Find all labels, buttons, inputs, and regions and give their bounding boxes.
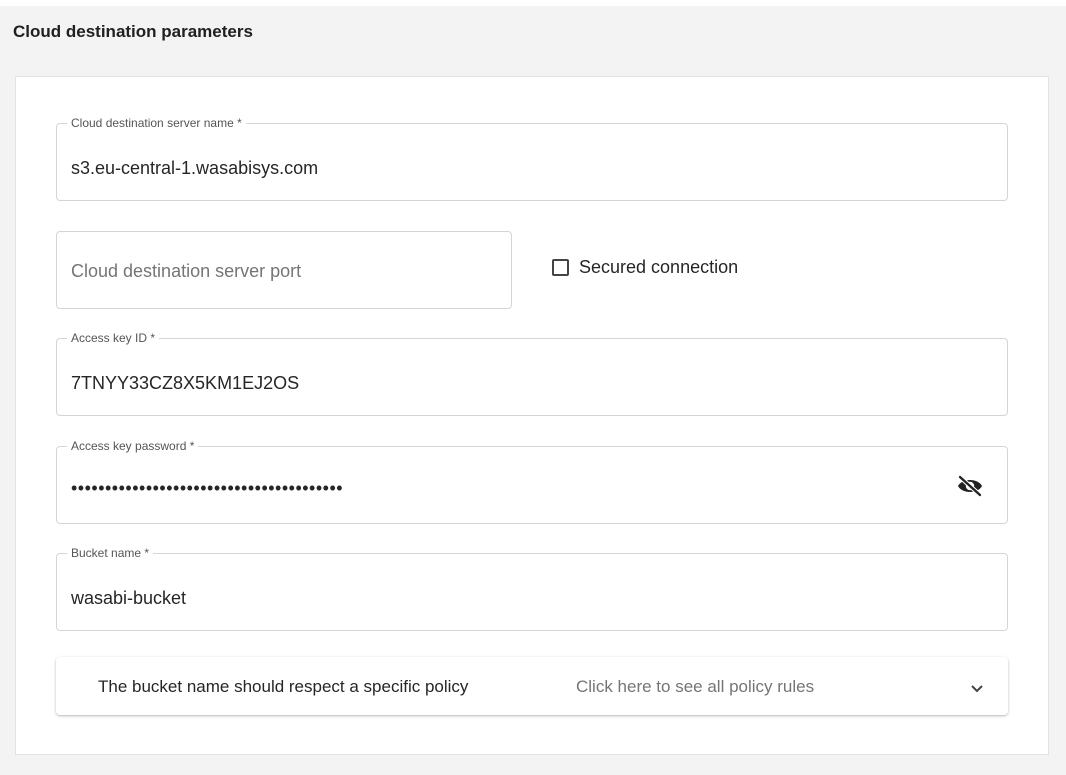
bucket-name-value: wasabi-bucket	[71, 588, 187, 608]
access-key-id-value: 7TNYY33CZ8X5KM1EJ2OS	[71, 373, 300, 393]
policy-title: The bucket name should respect a specifi…	[98, 677, 469, 696]
parameters-card: Cloud destination server name * s3.eu-ce…	[15, 76, 1049, 755]
chevron-down-icon[interactable]	[970, 681, 984, 693]
bucket-policy-expander[interactable]: The bucket name should respect a specifi…	[56, 657, 1008, 715]
checkbox-box[interactable]	[552, 259, 569, 276]
server-port-placeholder: Cloud destination server port	[71, 261, 302, 281]
access-key-password-value: ••••••••••••••••••••••••••••••••••••••••	[71, 478, 344, 498]
secured-connection-checkbox[interactable]: Secured connection	[552, 257, 738, 278]
cloud-destination-panel: Cloud destination parameters Cloud desti…	[0, 6, 1066, 775]
server-name-value: s3.eu-central-1.wasabisys.com	[71, 158, 319, 178]
bucket-name-label: Bucket name *	[67, 546, 154, 560]
server-name-label: Cloud destination server name *	[67, 116, 246, 130]
access-key-password-field[interactable]: Access key password * ••••••••••••••••••…	[56, 439, 1008, 524]
server-port-field[interactable]: Cloud destination server port	[56, 231, 512, 309]
panel-title: Cloud destination parameters	[13, 22, 253, 41]
secured-connection-label: Secured connection	[579, 257, 739, 277]
access-key-id-field[interactable]: Access key ID * 7TNYY33CZ8X5KM1EJ2OS	[56, 331, 1008, 416]
eye-off-icon[interactable]	[957, 474, 983, 498]
access-key-password-label: Access key password *	[67, 439, 199, 453]
server-name-field[interactable]: Cloud destination server name * s3.eu-ce…	[56, 116, 1008, 201]
policy-hint[interactable]: Click here to see all policy rules	[576, 677, 814, 697]
bucket-name-field[interactable]: Bucket name * wasabi-bucket	[56, 546, 1008, 631]
access-key-id-label: Access key ID *	[67, 331, 160, 345]
